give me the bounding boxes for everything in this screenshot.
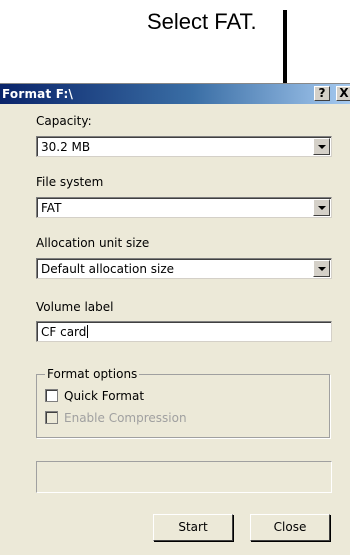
dropdown-arrow-icon[interactable] [313,138,330,155]
capacity-value: 30.2 MB [41,140,91,154]
format-dialog: Format F:\ ? X Capacity: 30.2 MB File sy… [0,83,350,555]
enable-compression-option: Enable Compression [45,411,187,425]
quick-format-checkbox[interactable] [45,389,58,402]
format-options-legend: Format options [45,367,140,381]
file-system-label: File system [36,175,104,189]
start-button[interactable]: Start [153,514,233,541]
close-window-button[interactable]: X [336,86,350,101]
volume-label-label: Volume label [36,300,114,314]
close-button[interactable]: Close [250,514,330,541]
text-caret [87,325,89,338]
volume-label-input[interactable]: CF card [36,321,332,342]
capacity-select[interactable]: 30.2 MB [36,136,332,157]
allocation-unit-select[interactable]: Default allocation size [36,258,332,279]
capacity-label: Capacity: [36,114,92,128]
enable-compression-label: Enable Compression [64,411,187,425]
dropdown-arrow-icon[interactable] [313,260,330,277]
file-system-value: FAT [41,201,62,215]
close-icon: X [339,86,349,100]
title-bar[interactable]: Format F:\ ? X [0,84,350,104]
volume-label-value: CF card [41,325,89,339]
help-icon: ? [318,86,326,100]
allocation-unit-label: Allocation unit size [36,236,150,250]
format-progress-bar [36,461,332,493]
help-button[interactable]: ? [314,86,330,101]
dropdown-arrow-icon[interactable] [313,199,330,216]
enable-compression-checkbox [45,411,58,424]
file-system-select[interactable]: FAT [36,197,332,218]
quick-format-option[interactable]: Quick Format [45,389,144,403]
quick-format-label: Quick Format [64,389,145,403]
allocation-unit-value: Default allocation size [41,262,175,276]
format-options-group: Format options Quick Format Enable Compr… [36,367,330,438]
dialog-title: Format F:\ [2,87,74,101]
callout-text: Select FAT. [147,9,257,34]
